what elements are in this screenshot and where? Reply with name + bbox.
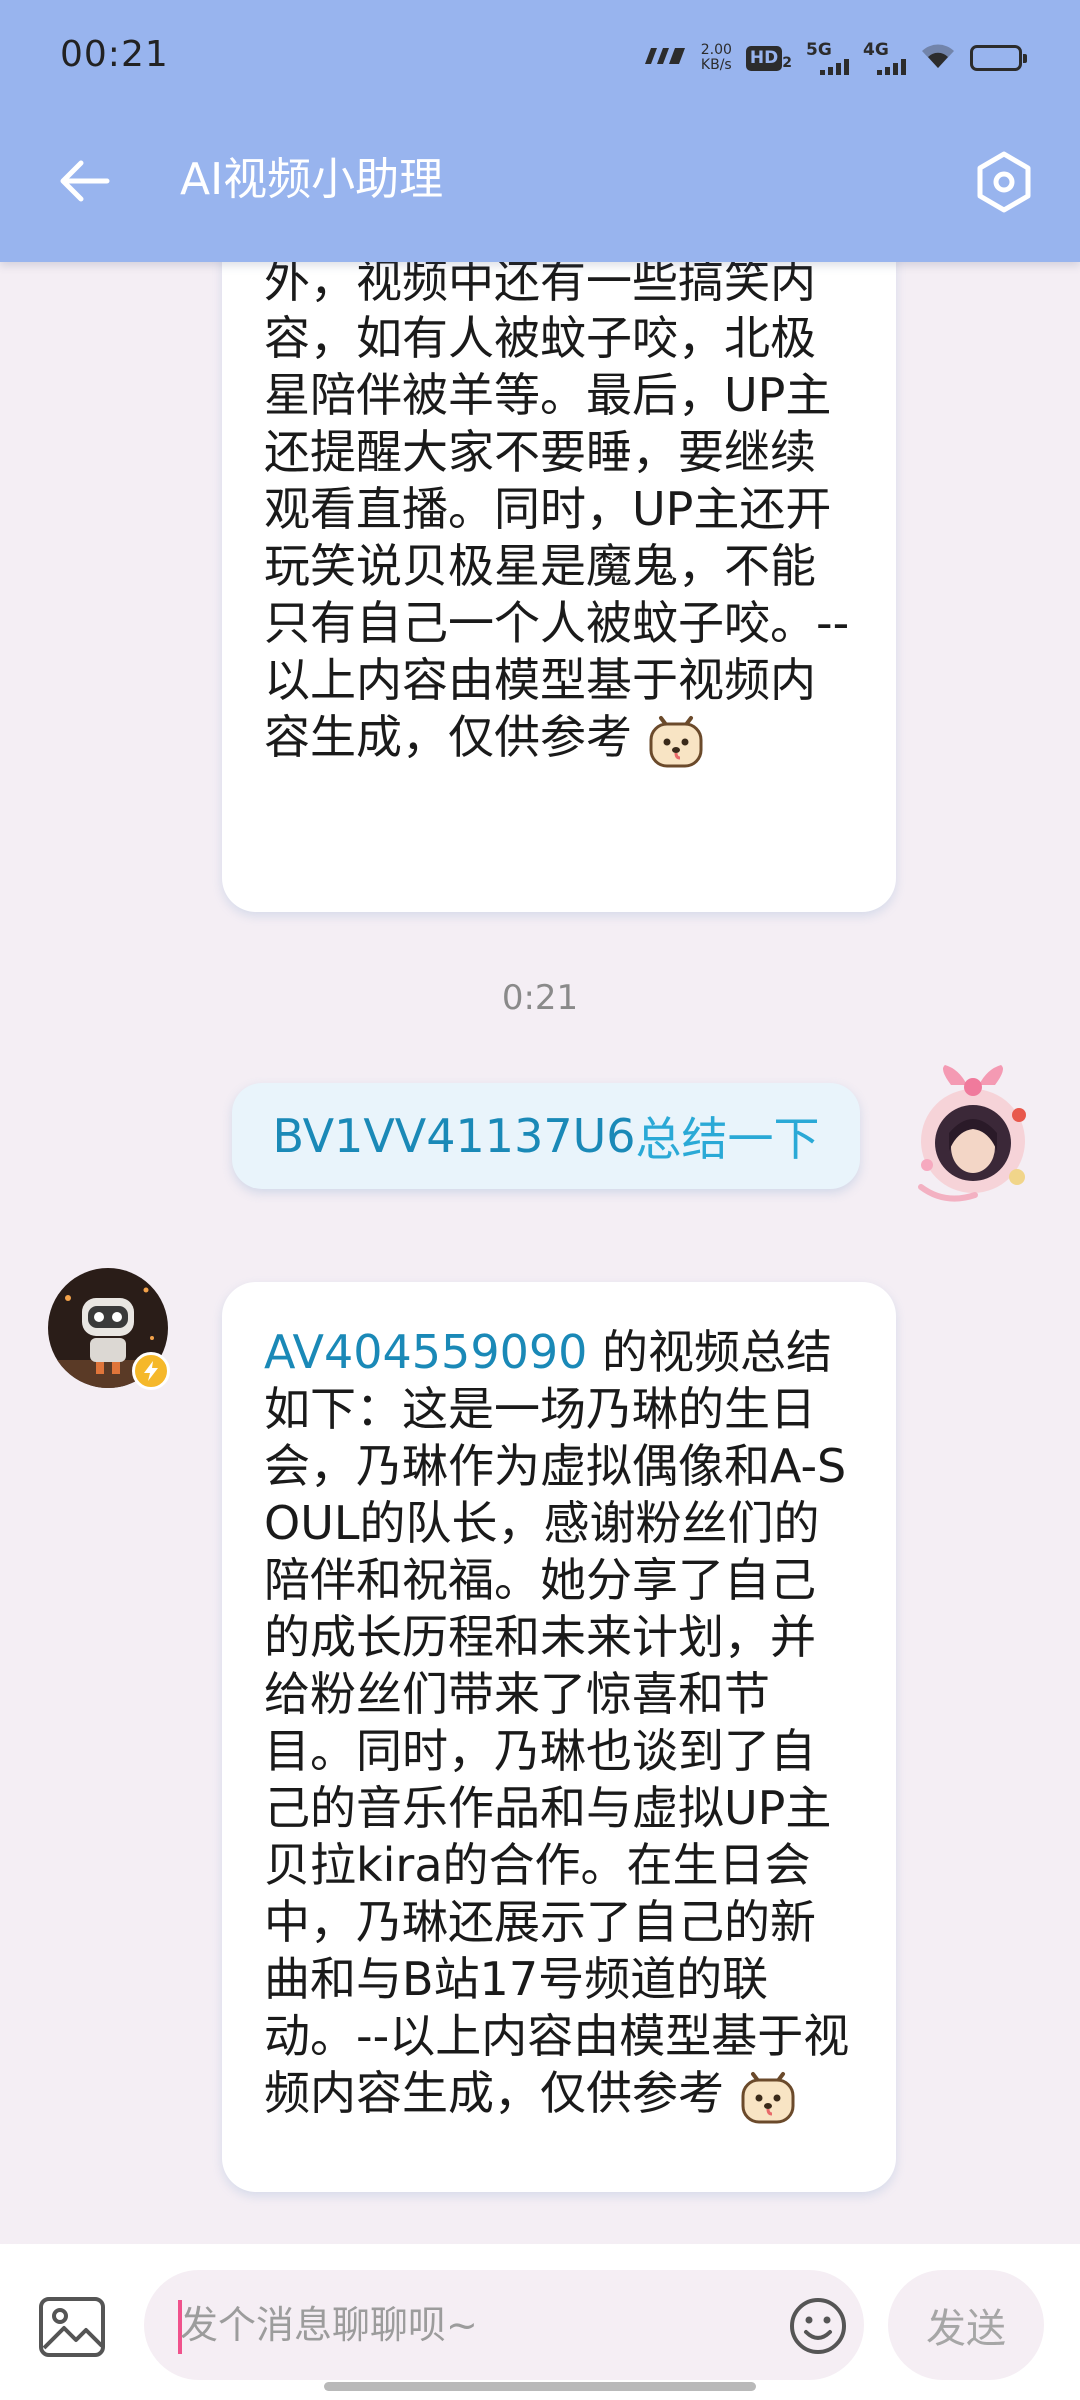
signal-5g-icon: 5G [806, 39, 849, 75]
lightning-badge-icon [132, 1352, 170, 1390]
net-speed-unit: KB/s [700, 57, 732, 73]
network-speed: 2.00 KB/s [701, 43, 732, 73]
image-icon [39, 2297, 105, 2357]
signal-4g-icon: 4G [863, 39, 906, 75]
hd-sub: 2 [782, 54, 792, 71]
dog-face-sticker [739, 2068, 797, 2126]
message-body: 的视频总结如下：这是一场乃琳的生日会，乃琳作为虚拟偶像和A-SOUL的队长，感谢… [264, 1325, 850, 2120]
user-avatar[interactable] [905, 1055, 1045, 1215]
back-button[interactable] [50, 146, 120, 216]
home-indicator[interactable] [324, 2382, 756, 2391]
user-message-bubble[interactable]: BV1VV41137U6 总结一下 [232, 1083, 860, 1189]
assistant-message-bubble[interactable]: AV404559090 的视频总结如下：这是一场乃琳的生日会，乃琳作为虚拟偶像和… [222, 1282, 896, 2192]
battery-icon [970, 45, 1027, 71]
command-text: 总结一下 [635, 1112, 820, 1166]
assistant-message-bubble[interactable]: 琴演奏音乐的个人技。此外，视频中还有一些搞笑内容，如有人被蚊子咬，北极星陪伴被羊… [222, 197, 896, 912]
message-input[interactable] [180, 2270, 780, 2380]
arrow-left-icon [60, 160, 110, 202]
smiley-icon [790, 2298, 846, 2354]
video-id-link[interactable]: BV1VV41137U6 [272, 1109, 635, 1163]
status-icons: 2.00 KB/s HD 2 5G 4G [643, 36, 1027, 80]
hexagon-settings-icon [977, 151, 1031, 213]
page-title: AI视频小助理 [180, 154, 444, 205]
dog-face-sticker [647, 712, 705, 770]
signal-5g-label: 5G [806, 39, 832, 60]
message-input-container[interactable] [144, 2270, 864, 2380]
app-header: 00:21 2.00 KB/s HD 2 5G 4G AI视频小助理 [0, 0, 1080, 262]
emoji-button[interactable] [788, 2296, 848, 2356]
message-composer: 发送 [0, 2244, 1080, 2400]
hd-label: HD [745, 45, 783, 71]
message-text: 琴演奏音乐的个人技。此外，视频中还有一些搞笑内容，如有人被蚊子咬，北极星陪伴被羊… [264, 196, 850, 770]
carrier-logo-icon [643, 46, 687, 70]
video-id-link[interactable]: AV404559090 [264, 1325, 587, 1379]
message-text: AV404559090 的视频总结如下：这是一场乃琳的生日会，乃琳作为虚拟偶像和… [264, 1324, 850, 2126]
settings-button[interactable] [966, 144, 1042, 220]
signal-4g-label: 4G [863, 39, 889, 60]
send-button[interactable]: 发送 [888, 2270, 1044, 2380]
hd-voice-icon: HD 2 [745, 45, 792, 71]
image-button[interactable] [38, 2296, 106, 2358]
message-body: 琴演奏音乐的个人技。此外，视频中还有一些搞笑内容，如有人被蚊子咬，北极星陪伴被羊… [264, 197, 850, 764]
wifi-icon [920, 42, 956, 74]
net-speed-value: 2.00 [700, 42, 732, 58]
status-time: 00:21 [60, 34, 169, 75]
chat-timestamp: 0:21 [501, 978, 579, 1018]
